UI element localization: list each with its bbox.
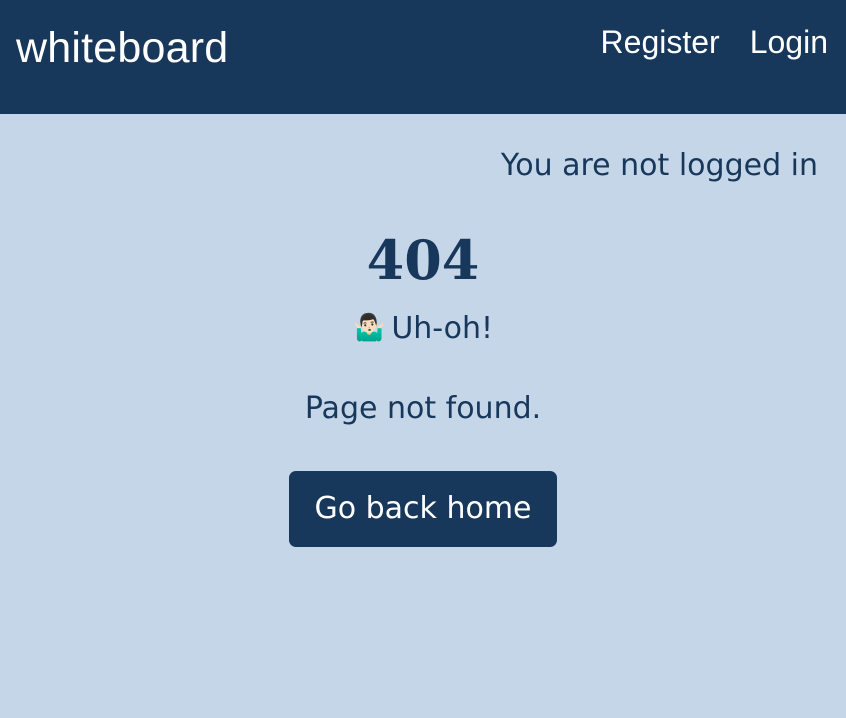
error-headline-text: Uh-oh!: [391, 311, 494, 346]
brand-logo-link[interactable]: whiteboard: [16, 22, 228, 74]
error-message: Page not found.: [304, 391, 542, 426]
login-link[interactable]: Login: [750, 22, 828, 62]
nav-links: Register Login: [601, 22, 828, 62]
error-content: 404 🤷🏻‍♂️ Uh-oh! Page not found. Go back …: [0, 220, 846, 547]
auth-status-text: You are not logged in: [500, 148, 818, 183]
shrug-icon: 🤷🏻‍♂️: [352, 313, 386, 343]
error-code-heading: 404: [366, 228, 480, 292]
error-headline: 🤷🏻‍♂️ Uh-oh!: [0, 308, 846, 349]
register-link[interactable]: Register: [601, 22, 720, 62]
go-home-button[interactable]: Go back home: [289, 471, 557, 547]
top-navbar: whiteboard Register Login: [0, 0, 846, 114]
